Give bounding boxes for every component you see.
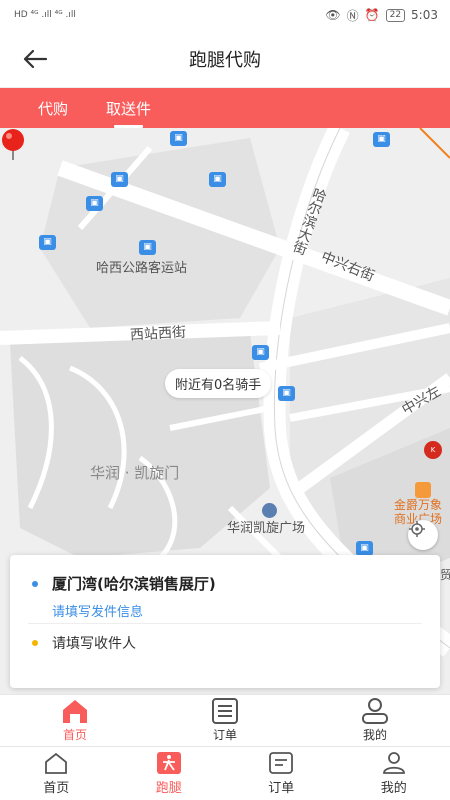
back-arrow-icon[interactable] (22, 48, 48, 70)
nav-orders-primary[interactable]: 订单 (150, 695, 300, 746)
nav-label: 我的 (362, 728, 387, 742)
user-icon (362, 698, 388, 724)
page-title: 跑腿代购 (189, 49, 261, 71)
bus-stop-icon: ▣ (373, 132, 390, 147)
status-left-text: HD ⁴ᴳ .ıll ⁴ᴳ .ıll (14, 10, 76, 20)
service-tabs: 代购 取送件 (0, 88, 450, 128)
order-icon (212, 698, 238, 724)
nav-label: 我的 (380, 781, 407, 796)
status-bar: HD ⁴ᴳ .ıll ⁴ᴳ .ıll 👁 Ⓝ ⏰ 22 5:03 (0, 0, 450, 30)
primary-bottom-nav: 首页 订单 我的 (0, 694, 450, 746)
bus-stop-icon: ▣ (39, 235, 56, 250)
mall-marker-icon (262, 503, 277, 518)
locate-icon (409, 521, 425, 537)
receiver-row[interactable]: 请填写收件人 (32, 633, 136, 653)
card-divider (28, 623, 422, 624)
sender-row[interactable]: 厦门湾(哈尔滨销售展厅) (32, 573, 216, 594)
bus-stop-icon: ▣ (170, 131, 187, 146)
nav-home[interactable]: 首页 (0, 747, 113, 800)
map-label-station-west: 西站西街 (129, 324, 187, 344)
user-icon (382, 752, 405, 774)
bus-stop-icon: ▣ (111, 172, 128, 187)
signal-indicators: HD ⁴ᴳ .ıll ⁴ᴳ .ıll (14, 10, 76, 20)
receiver-dot (32, 640, 38, 646)
bus-stop-icon: ▣ (209, 172, 226, 187)
kfc-icon: K (424, 441, 442, 459)
bus-stop-icon: ▣ (356, 541, 373, 556)
home-icon (45, 752, 68, 774)
nav-home-primary[interactable]: 首页 (0, 695, 150, 746)
home-icon (63, 700, 87, 723)
bus-stop-icon: ▣ (278, 386, 295, 401)
nav-label: 订单 (212, 728, 237, 742)
nav-orders[interactable]: 订单 (225, 747, 338, 800)
map-label-bus-station: 哈西公路客运站 (96, 261, 188, 276)
nav-label: 跑腿 (155, 781, 182, 796)
shop-marker-icon (415, 482, 431, 498)
status-right: 👁 Ⓝ ⏰ 22 5:03 (325, 7, 438, 24)
secondary-bottom-nav: 首页 跑腿 订单 我的 (0, 746, 450, 800)
nav-label: 首页 (43, 781, 70, 796)
map-label-plaza: 华润凯旋广场 (227, 521, 306, 536)
map-label-kaixuanmen: 华润 · 凯旋门 (90, 464, 180, 482)
nfc-icon: Ⓝ (346, 8, 359, 23)
nav-label: 订单 (268, 781, 295, 796)
tab-purchase[interactable]: 代购 (38, 98, 68, 119)
nav-profile-primary[interactable]: 我的 (300, 695, 450, 746)
receiver-placeholder: 请填写收件人 (52, 636, 136, 652)
order-icon (269, 752, 294, 774)
bus-stop-icon: ▣ (86, 196, 103, 211)
map-label-mao: 贸 (440, 568, 450, 582)
nav-errand[interactable]: 跑腿 (113, 747, 226, 800)
fill-sender-info-link[interactable]: 请填写发件信息 (52, 601, 143, 620)
nav-label: 首页 (62, 728, 87, 742)
status-time: 5:03 (411, 8, 438, 22)
app-header: 跑腿代购 (0, 30, 450, 88)
bus-stop-icon: ▣ (252, 345, 269, 360)
locate-me-button[interactable] (408, 520, 438, 550)
sender-dot (32, 580, 38, 587)
alarm-icon: ⏰ (364, 8, 380, 22)
address-card: 厦门湾(哈尔滨销售展厅) 请填写发件信息 请填写收件人 (10, 555, 440, 688)
location-pin-icon (2, 129, 24, 160)
sender-name: 厦门湾(哈尔滨销售展厅) (52, 575, 216, 593)
battery-level: 22 (385, 8, 406, 22)
errand-icon (156, 752, 181, 774)
nearby-riders-bubble: 附近有0名骑手 (165, 369, 272, 398)
eye-icon: 👁 (325, 8, 341, 22)
tab-pickup-delivery[interactable]: 取送件 (106, 98, 151, 128)
bus-stop-icon: ▣ (139, 240, 156, 255)
nav-profile[interactable]: 我的 (338, 747, 450, 800)
